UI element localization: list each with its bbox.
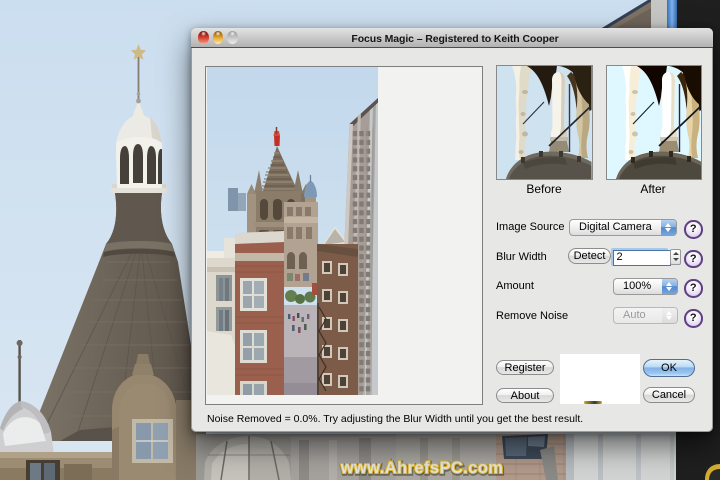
svg-text:www.AhrefsPC.com: www.AhrefsPC.com	[340, 459, 504, 477]
